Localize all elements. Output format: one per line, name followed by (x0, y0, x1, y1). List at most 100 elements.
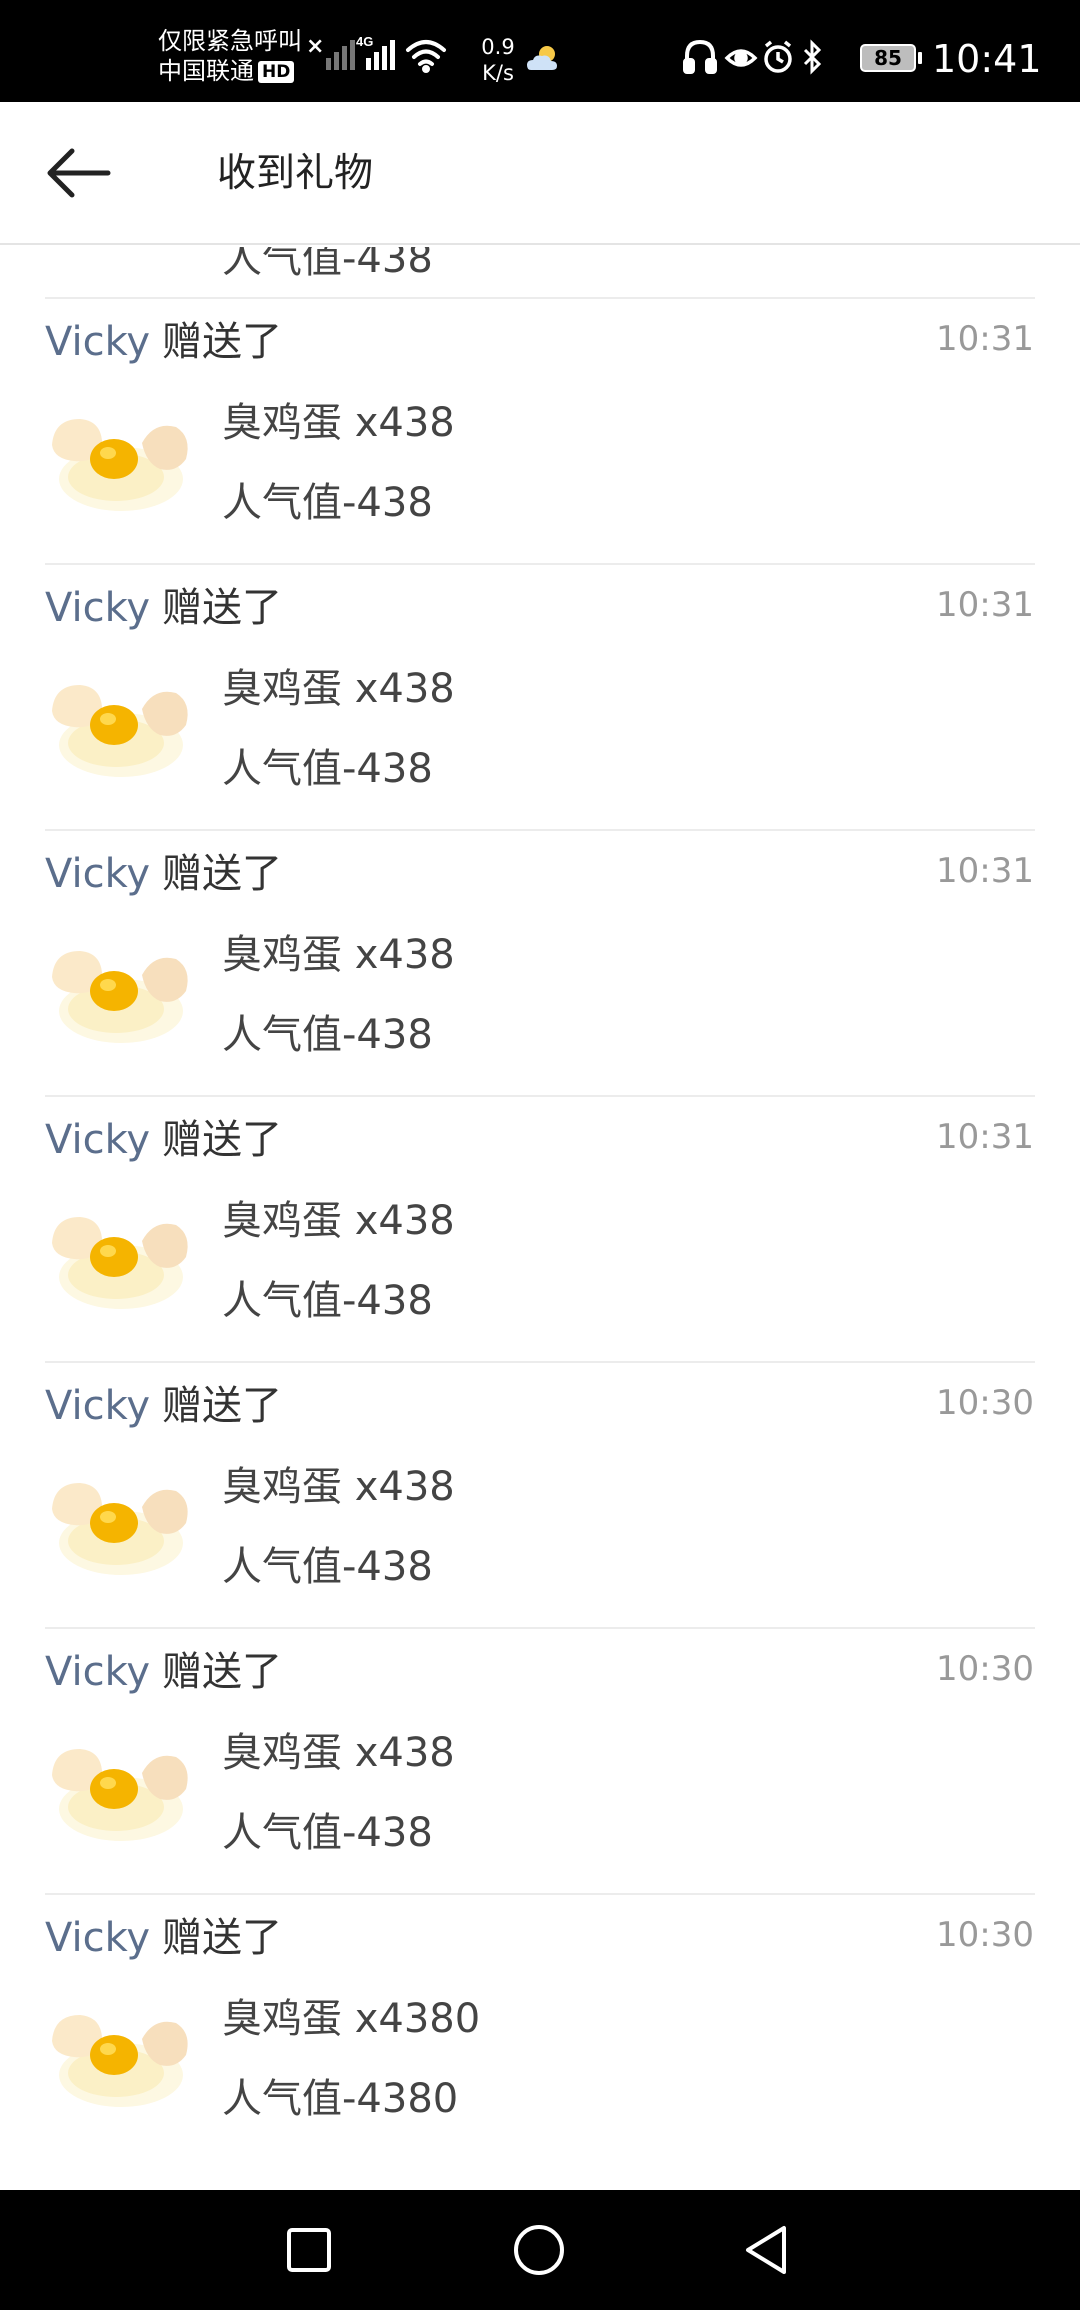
sender-name[interactable]: Vicky (45, 319, 150, 365)
sender-action: 赠送了 (162, 1383, 282, 1429)
gift-time: 10:31 (936, 585, 1034, 625)
eye-icon (724, 49, 758, 67)
signal-4g-icon: 4G (356, 34, 395, 70)
back-arrow-icon[interactable] (40, 138, 120, 208)
gift-item: Vicky 赠送了 10:31 臭鸡蛋 x438 人气值-438 (0, 297, 1080, 563)
carrier-name-line: 中国联通 HD (158, 56, 302, 86)
gift-list-content: 人气值-438 Vicky 赠送了 10:31 臭鸡蛋 x438 人气值-438 … (0, 247, 1080, 2159)
alarm-icon (764, 40, 792, 73)
egg-icon (52, 2015, 188, 2107)
gift-popularity: 人气值-438 (222, 746, 433, 792)
speed-unit: K/s (482, 61, 514, 85)
gift-popularity: 人气值-438 (222, 480, 433, 526)
page-title: 收到礼物 (217, 151, 374, 196)
egg-icon (52, 951, 188, 1043)
sender-name[interactable]: Vicky (45, 1117, 150, 1163)
gift-name: 臭鸡蛋 x438 (222, 1730, 455, 1776)
gift-time: 10:30 (936, 1915, 1034, 1955)
gift-popularity: 人气值-438 (222, 1012, 433, 1058)
sender-action: 赠送了 (162, 1915, 282, 1961)
item-divider (45, 1893, 1035, 1895)
gift-item: Vicky 赠送了 10:30 臭鸡蛋 x438 人气值-438 (0, 1627, 1080, 1893)
gift-popularity: 人气值-438 (222, 1278, 433, 1324)
egg-icon (52, 1217, 188, 1309)
battery-tip (918, 52, 922, 64)
headphones-icon (683, 39, 717, 74)
app-screen: 仅限紧急呼叫 中国联通 HD × 4G 0.9 K/s 85 10:41 收到礼… (0, 0, 1080, 2310)
sender-line: Vicky 赠送了 (45, 1115, 282, 1165)
egg-icon (52, 1749, 188, 1841)
hd-badge: HD (258, 61, 295, 83)
sender-name[interactable]: Vicky (45, 1383, 150, 1429)
gift-popularity: 人气值-438 (222, 247, 433, 282)
sender-line: Vicky 赠送了 (45, 583, 282, 633)
egg-icon (52, 1483, 188, 1575)
sender-name[interactable]: Vicky (45, 1915, 150, 1961)
sender-line: Vicky 赠送了 (45, 1913, 282, 1963)
gift-time: 10:30 (936, 1383, 1034, 1423)
svg-text:4G: 4G (356, 34, 373, 49)
gift-name: 臭鸡蛋 x438 (222, 932, 455, 978)
gift-list[interactable]: 人气值-438 Vicky 赠送了 10:31 臭鸡蛋 x438 人气值-438 … (0, 247, 1080, 2190)
battery-icon: 85 (860, 44, 916, 72)
carrier-emergency-text: 仅限紧急呼叫 (158, 27, 302, 55)
gift-name: 臭鸡蛋 x4380 (222, 1996, 481, 2042)
wifi-icon (406, 40, 446, 73)
item-divider (45, 563, 1035, 565)
bluetooth-icon (803, 39, 822, 75)
gift-name: 臭鸡蛋 x438 (222, 1464, 455, 1510)
back-triangle-icon[interactable] (734, 2220, 804, 2280)
battery-level: 85 (874, 46, 902, 70)
system-status-icons (683, 39, 822, 75)
gift-name: 臭鸡蛋 x438 (222, 1198, 455, 1244)
item-divider (45, 829, 1035, 831)
speed-value: 0.9 (481, 35, 515, 59)
weather-cloud-icon (527, 46, 557, 70)
signal-icon (326, 40, 355, 70)
carrier-name: 中国联通 (158, 57, 254, 85)
sender-action: 赠送了 (162, 585, 282, 631)
gift-time: 10:31 (936, 1117, 1034, 1157)
gift-popularity: 人气值-438 (222, 1544, 433, 1590)
system-nav-bar (0, 2190, 1080, 2310)
sender-name[interactable]: Vicky (45, 1649, 150, 1695)
gift-item: Vicky 赠送了 10:31 臭鸡蛋 x438 人气值-438 (0, 1095, 1080, 1361)
egg-icon (46, 247, 196, 257)
gift-time: 10:31 (936, 851, 1034, 891)
sender-action: 赠送了 (162, 851, 282, 897)
sender-action: 赠送了 (162, 1117, 282, 1163)
status-bar: 仅限紧急呼叫 中国联通 HD × 4G 0.9 K/s 85 10:41 (0, 0, 1080, 102)
gift-item: Vicky 赠送了 10:31 臭鸡蛋 x438 人气值-438 (0, 829, 1080, 1095)
gift-time: 10:31 (936, 319, 1034, 359)
recents-square-icon[interactable] (274, 2220, 344, 2280)
egg-icon (52, 419, 188, 511)
sender-line: Vicky 赠送了 (45, 849, 282, 899)
network-speed: 0.9 K/s (473, 34, 523, 86)
gift-item: Vicky 赠送了 10:30 臭鸡蛋 x438 人气值-438 (0, 1361, 1080, 1627)
sender-action: 赠送了 (162, 319, 282, 365)
gift-item: Vicky 赠送了 10:31 臭鸡蛋 x438 人气值-438 (0, 563, 1080, 829)
status-time: 10:41 (932, 37, 1042, 81)
app-header: 收到礼物 (0, 102, 1080, 245)
gift-popularity: 人气值-4380 (222, 2076, 459, 2122)
sender-line: Vicky 赠送了 (45, 1647, 282, 1697)
item-divider (45, 297, 1035, 299)
sender-name[interactable]: Vicky (45, 851, 150, 897)
gift-item-partial: 人气值-438 (0, 247, 1080, 297)
egg-icon (52, 685, 188, 777)
carrier-info: 仅限紧急呼叫 中国联通 HD (158, 26, 302, 86)
gift-popularity: 人气值-438 (222, 1810, 433, 1856)
sender-action: 赠送了 (162, 1649, 282, 1695)
item-divider (45, 1361, 1035, 1363)
sender-line: Vicky 赠送了 (45, 317, 282, 367)
sender-name[interactable]: Vicky (45, 585, 150, 631)
sender-line: Vicky 赠送了 (45, 1381, 282, 1431)
home-circle-icon[interactable] (504, 2220, 574, 2280)
item-divider (45, 1095, 1035, 1097)
gift-time: 10:30 (936, 1649, 1034, 1689)
item-divider (45, 1627, 1035, 1629)
gift-item: Vicky 赠送了 10:30 臭鸡蛋 x4380 人气值-4380 (0, 1893, 1080, 2159)
gift-name: 臭鸡蛋 x438 (222, 666, 455, 712)
signal-strength-group: 4G (326, 34, 446, 73)
gift-name: 臭鸡蛋 x438 (222, 400, 455, 446)
